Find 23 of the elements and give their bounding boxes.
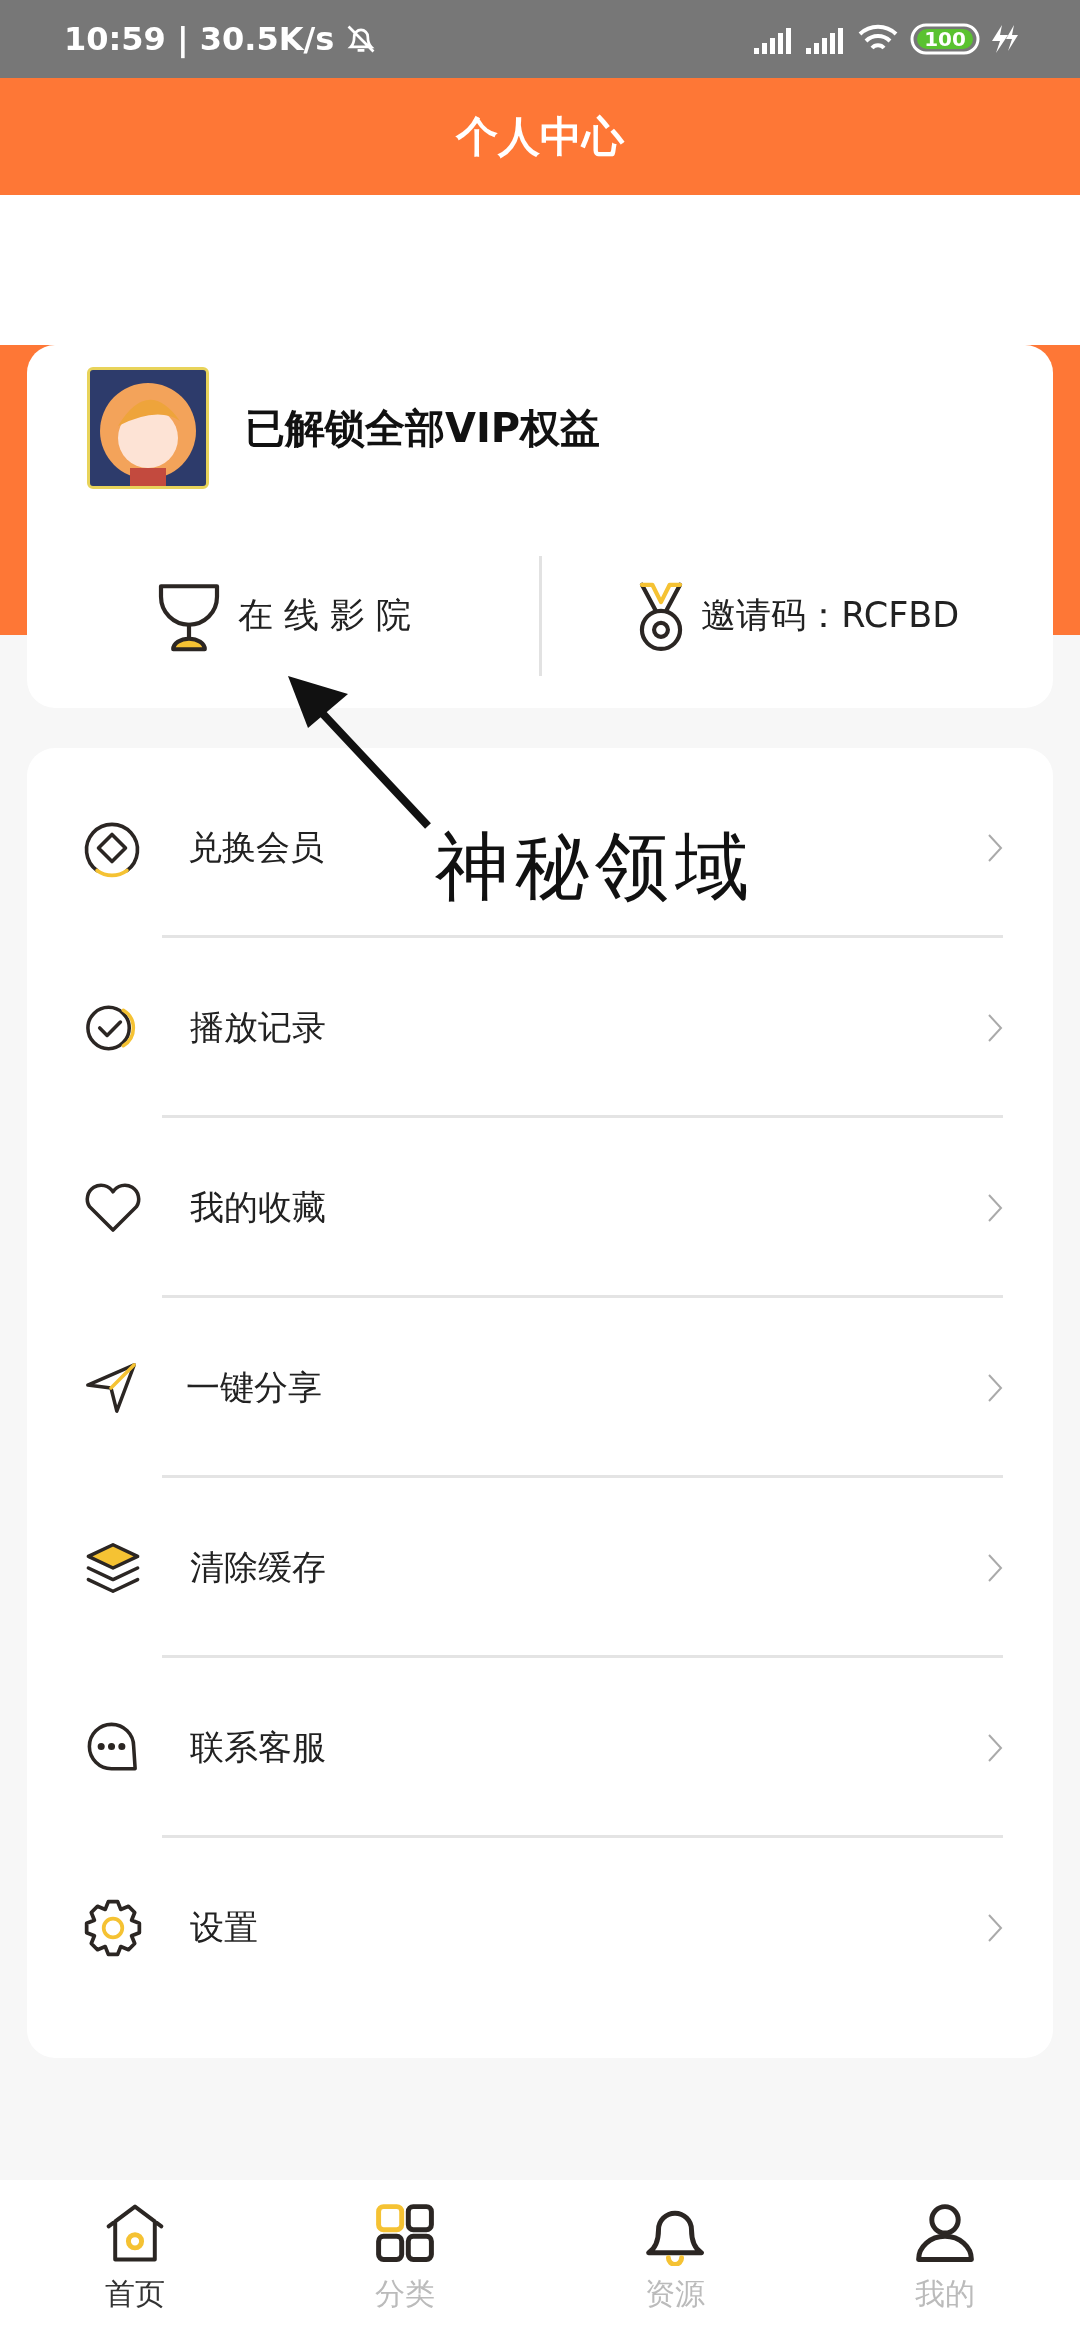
- chevron-right-icon: [987, 1193, 1003, 1223]
- page-title: 个人中心: [456, 110, 624, 163]
- menu-item[interactable]: 播放记录: [27, 938, 1053, 1118]
- chevron-right-icon: [987, 1913, 1003, 1943]
- menu-item[interactable]: 设置: [27, 1838, 1053, 2018]
- vip-status-title: 已解锁全部VIP权益: [245, 403, 601, 453]
- chevron-right-icon: [987, 833, 1003, 863]
- charging-icon: [990, 23, 1020, 55]
- menu-item[interactable]: 一键分享: [27, 1298, 1053, 1478]
- chevron-right-icon: [987, 1553, 1003, 1583]
- menu-item[interactable]: 我的收藏: [27, 1118, 1053, 1298]
- menu-item[interactable]: 联系客服: [27, 1658, 1053, 1838]
- chevron-right-icon: [987, 1013, 1003, 1043]
- annotation-text: 神秘领域: [435, 822, 755, 911]
- chevron-right-icon: [987, 1373, 1003, 1403]
- profile-link[interactable]: 邀请码：RCFBD: [541, 578, 1053, 653]
- nav-tab[interactable]: 首页: [0, 2180, 270, 2340]
- gear-icon: [82, 1897, 144, 1959]
- menu-item[interactable]: 清除缓存: [27, 1478, 1053, 1658]
- profile-link[interactable]: 在 线 影 院: [27, 578, 539, 653]
- battery-icon: 100: [910, 23, 980, 55]
- status-time: 10:59 | 30.5K/s: [64, 20, 335, 58]
- chevron-right-icon: [987, 1733, 1003, 1763]
